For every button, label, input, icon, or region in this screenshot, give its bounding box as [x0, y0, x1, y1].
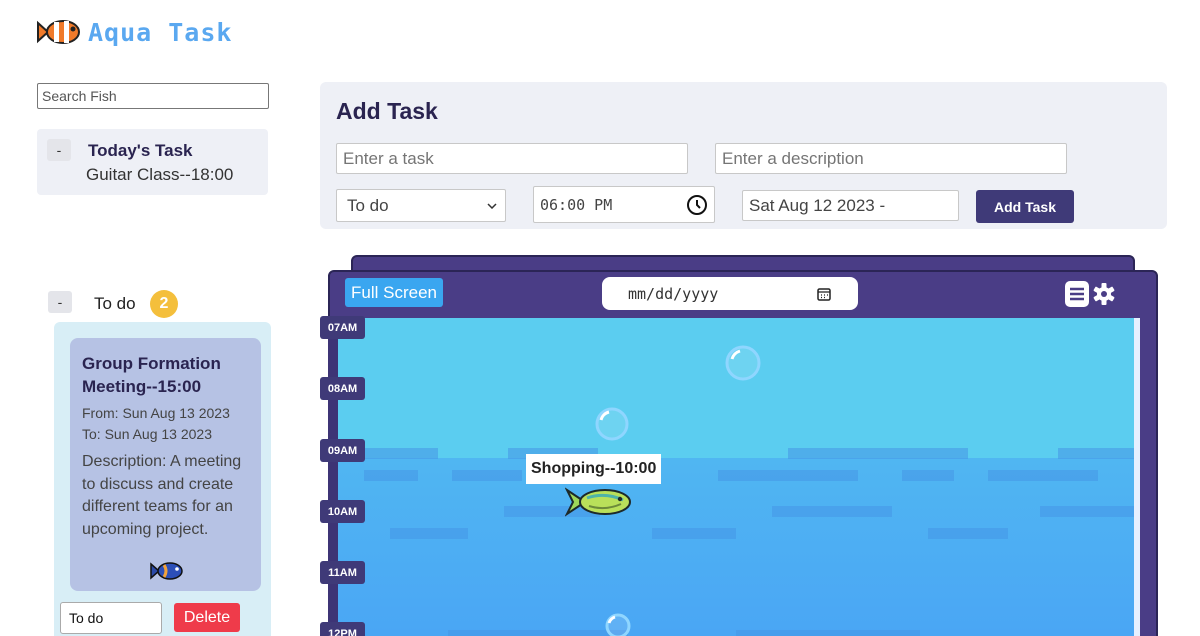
aquarium-left-wall: [328, 318, 338, 636]
hour-marker: 10AM: [320, 500, 365, 523]
aquarium-date-placeholder: mm/dd/yyyy: [628, 284, 719, 303]
status-select-value: To do: [347, 195, 389, 215]
aquarium-controls: [1064, 280, 1116, 308]
time-input-value: 06:00 PM: [540, 195, 613, 214]
gear-icon[interactable]: [1092, 280, 1116, 308]
hour-marker: 12PM: [320, 622, 365, 636]
full-screen-button[interactable]: Full Screen: [345, 278, 443, 307]
fish-icon[interactable]: [565, 484, 633, 520]
hour-marker: 07AM: [320, 316, 365, 339]
search-fish-input[interactable]: [37, 83, 269, 109]
todo-column: Group Formation Meeting--15:00 From: Sun…: [54, 322, 271, 636]
app-logo: Aqua Task: [36, 14, 232, 50]
add-task-button[interactable]: Add Task: [976, 190, 1074, 223]
hour-marker: 11AM: [320, 561, 365, 584]
task-card-description: Description: A meeting to discuss and cr…: [82, 453, 242, 538]
collapse-today-button[interactable]: -: [47, 139, 71, 161]
delete-task-button[interactable]: Delete: [174, 603, 240, 632]
task-fish-icon: [150, 562, 183, 580]
clock-icon[interactable]: [686, 194, 708, 216]
calendar-icon[interactable]: [816, 286, 832, 302]
hour-marker: 09AM: [320, 439, 365, 462]
todays-task-item: Guitar Class--18:00: [86, 165, 234, 184]
add-task-panel: Add Task To do 06:00 PM Sat Aug 12 2023 …: [320, 82, 1167, 229]
time-input[interactable]: 06:00 PM: [533, 186, 715, 223]
clownfish-logo-icon: [37, 20, 80, 44]
fish-task-label[interactable]: Shopping--10:00: [526, 454, 662, 484]
todays-task-section: - Today's Task Guitar Class--18:00: [37, 129, 268, 195]
task-card-from: From: Sun Aug 13 2023: [82, 405, 230, 421]
hour-marker: 08AM: [320, 377, 365, 400]
bubble-icon: [725, 345, 761, 381]
app-title: Aqua Task: [88, 17, 233, 47]
todo-count-badge: 2: [150, 290, 178, 318]
collapse-todo-button[interactable]: -: [48, 291, 72, 313]
task-card-title: Group Formation Meeting--15:00: [82, 354, 221, 396]
todo-column-label: To do: [94, 294, 136, 313]
date-range-input[interactable]: Sat Aug 12 2023 -: [742, 190, 959, 221]
task-description-input[interactable]: [715, 143, 1067, 174]
task-status-select[interactable]: To do: [60, 602, 162, 634]
add-task-heading: Add Task: [336, 98, 438, 124]
aquarium-right-wall: [1134, 318, 1158, 636]
list-icon[interactable]: [1064, 280, 1090, 308]
status-select[interactable]: To do: [336, 189, 506, 222]
bubble-icon: [605, 613, 631, 636]
task-card[interactable]: Group Formation Meeting--15:00 From: Sun…: [70, 338, 261, 591]
task-name-input[interactable]: [336, 143, 688, 174]
chevron-down-icon: [487, 202, 497, 209]
todays-task-heading: Today's Task: [88, 141, 193, 160]
bubble-icon: [595, 407, 629, 441]
task-card-to: To: Sun Aug 13 2023: [82, 426, 212, 442]
aquarium-date-input[interactable]: mm/dd/yyyy: [602, 277, 858, 310]
